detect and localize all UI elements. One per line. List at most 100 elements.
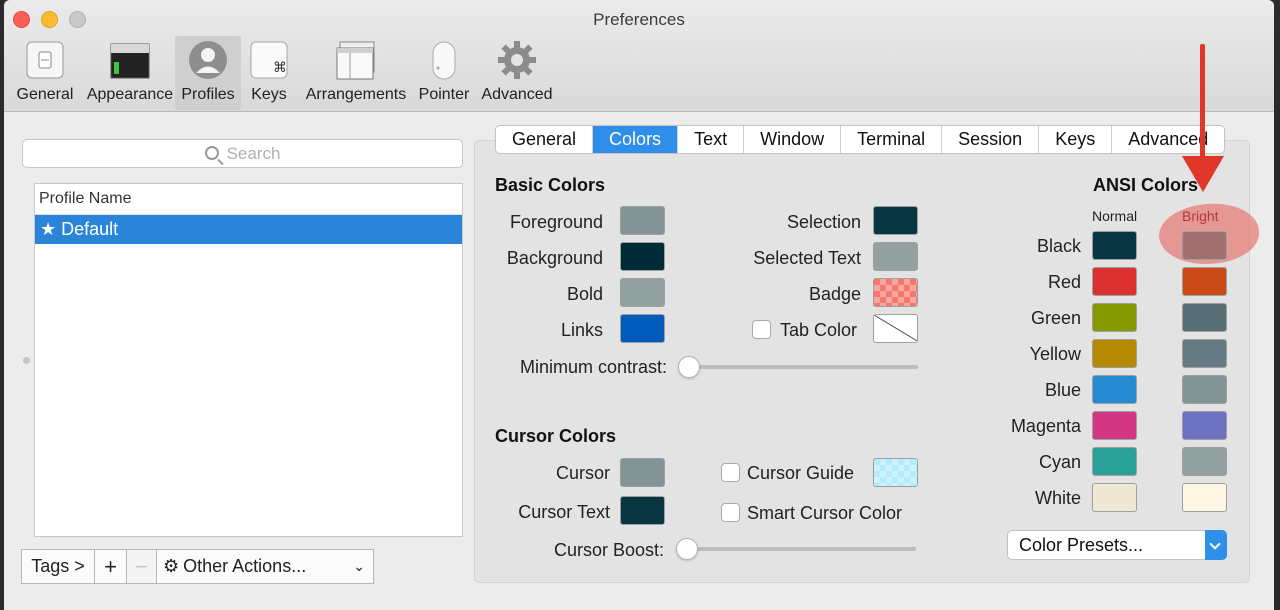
tab-colors[interactable]: Colors	[593, 126, 679, 153]
ansi-cyan-label: Cyan	[1038, 452, 1081, 472]
ansi-green-normal-well[interactable]	[1092, 303, 1137, 332]
toolbar-label: General	[16, 86, 74, 103]
window-title: Preferences	[593, 10, 685, 29]
toolbar-label: Appearance	[86, 86, 174, 103]
background-label: Background	[506, 248, 603, 268]
foreground-color-well[interactable]	[620, 206, 665, 235]
search-input[interactable]: Search	[22, 139, 463, 168]
tab-keys[interactable]: Keys	[1039, 126, 1113, 153]
arrangements-windows-icon	[336, 40, 376, 80]
ansi-yellow-normal-well[interactable]	[1092, 339, 1137, 368]
color-presets-label: Color Presets...	[1019, 535, 1144, 555]
ansi-red-bright-well[interactable]	[1182, 267, 1227, 296]
tab-general[interactable]: General	[496, 126, 594, 153]
cursor-boost-label: Cursor Boost:	[553, 540, 664, 560]
badge-label: Badge	[808, 284, 861, 304]
gear-icon: ⚙	[163, 556, 180, 576]
general-switch-icon	[25, 40, 65, 80]
title-bar: Preferences General Appearance Profiles …	[4, 0, 1274, 112]
gear-icon	[497, 40, 537, 80]
cursor-guide-color-well[interactable]	[873, 458, 918, 487]
tags-button[interactable]: Tags >	[21, 549, 95, 584]
tab-terminal[interactable]: Terminal	[841, 126, 943, 153]
normal-column-header: Normal	[1092, 208, 1138, 224]
ansi-white-label: White	[1034, 488, 1081, 508]
tab-window[interactable]: Window	[744, 126, 842, 153]
annotation-arrow-head	[1182, 156, 1224, 192]
tab-session[interactable]: Session	[942, 126, 1040, 153]
add-profile-button[interactable]: +	[95, 549, 127, 584]
search-icon	[204, 146, 219, 160]
ansi-magenta-bright-well[interactable]	[1182, 411, 1227, 440]
ansi-cyan-bright-well[interactable]	[1182, 447, 1227, 476]
ansi-white-normal-well[interactable]	[1092, 483, 1137, 512]
cursor-color-well[interactable]	[620, 458, 665, 487]
ansi-blue-bright-well[interactable]	[1182, 375, 1227, 404]
cursor-text-label: Cursor Text	[518, 502, 610, 522]
ansi-red-normal-well[interactable]	[1092, 267, 1137, 296]
ansi-magenta-normal-well[interactable]	[1092, 411, 1137, 440]
basic-colors-title: Basic Colors	[495, 175, 606, 195]
profile-name-column-header[interactable]: Profile Name	[35, 184, 462, 215]
other-actions-button[interactable]: ⚙ Other Actions... ⌄	[157, 549, 374, 584]
split-view-handle[interactable]	[23, 357, 30, 364]
color-presets-dropdown[interactable]: Color Presets...	[1007, 530, 1227, 560]
toolbar-general[interactable]: General	[10, 36, 80, 110]
tab-color-checkbox[interactable]	[752, 320, 771, 339]
selected-text-color-well[interactable]	[873, 242, 918, 271]
remove-profile-button[interactable]: −	[127, 549, 157, 584]
minimum-contrast-label: Minimum contrast:	[519, 357, 667, 377]
cursor-colors-title: Cursor Colors	[495, 426, 617, 446]
chevron-down-icon	[1205, 530, 1227, 560]
toolbar-pointer[interactable]: Pointer	[414, 36, 474, 110]
ansi-black-normal-well[interactable]	[1092, 231, 1137, 260]
bold-color-well[interactable]	[620, 278, 665, 307]
cursor-boost-slider[interactable]	[678, 547, 916, 551]
toolbar-advanced[interactable]: Advanced	[478, 36, 556, 110]
other-actions-label: Other Actions...	[183, 556, 307, 576]
bold-label: Bold	[566, 284, 603, 304]
toolbar-appearance[interactable]: Appearance	[82, 36, 178, 110]
ansi-white-bright-well[interactable]	[1182, 483, 1227, 512]
toolbar-keys[interactable]: ⌘ Keys	[246, 36, 292, 110]
annotation-arrow-shaft	[1200, 44, 1205, 164]
cursor-label: Cursor	[555, 463, 610, 483]
chevron-down-icon: ⌄	[353, 558, 365, 574]
toolbar-arrangements[interactable]: Arrangements	[301, 36, 411, 110]
cursor-text-color-well[interactable]	[620, 496, 665, 525]
badge-color-well[interactable]	[873, 278, 918, 307]
background-color-well[interactable]	[620, 242, 665, 271]
profile-row-default[interactable]: ★ Default	[35, 215, 462, 244]
toolbar-label: Profiles	[181, 86, 235, 103]
ansi-magenta-label: Magenta	[1010, 416, 1081, 436]
ansi-black-bright-well[interactable]	[1182, 231, 1227, 260]
foreground-label: Foreground	[509, 212, 603, 232]
appearance-window-icon	[110, 40, 150, 80]
ansi-red-label: Red	[1047, 272, 1081, 292]
cursor-boost-knob[interactable]	[676, 538, 698, 560]
smart-cursor-color-checkbox[interactable]	[721, 503, 740, 522]
profile-bottom-bar: Tags > + − ⚙ Other Actions... ⌄	[21, 549, 374, 584]
profile-tabs: General Colors Text Window Terminal Sess…	[495, 125, 1226, 154]
search-placeholder: Search	[226, 144, 281, 163]
toolbar-profiles[interactable]: Profiles	[175, 36, 241, 110]
selection-color-well[interactable]	[873, 206, 918, 235]
minimum-contrast-slider[interactable]	[680, 365, 918, 369]
toolbar-label: Advanced	[481, 86, 553, 103]
minimum-contrast-knob[interactable]	[678, 356, 700, 378]
command-key-icon: ⌘	[249, 40, 289, 80]
links-color-well[interactable]	[620, 314, 665, 343]
tab-color-well[interactable]	[873, 314, 918, 343]
tab-advanced[interactable]: Advanced	[1112, 126, 1224, 153]
ansi-green-bright-well[interactable]	[1182, 303, 1227, 332]
ansi-yellow-bright-well[interactable]	[1182, 339, 1227, 368]
toolbar-label: Arrangements	[305, 86, 407, 103]
tab-text[interactable]: Text	[678, 126, 745, 153]
bright-column-header: Bright	[1182, 208, 1219, 224]
smart-cursor-color-label: Smart Cursor Color	[747, 503, 903, 523]
toolbar-label: Pointer	[418, 86, 470, 103]
cursor-guide-label: Cursor Guide	[747, 463, 855, 483]
cursor-guide-checkbox[interactable]	[721, 463, 740, 482]
ansi-cyan-normal-well[interactable]	[1092, 447, 1137, 476]
ansi-blue-normal-well[interactable]	[1092, 375, 1137, 404]
